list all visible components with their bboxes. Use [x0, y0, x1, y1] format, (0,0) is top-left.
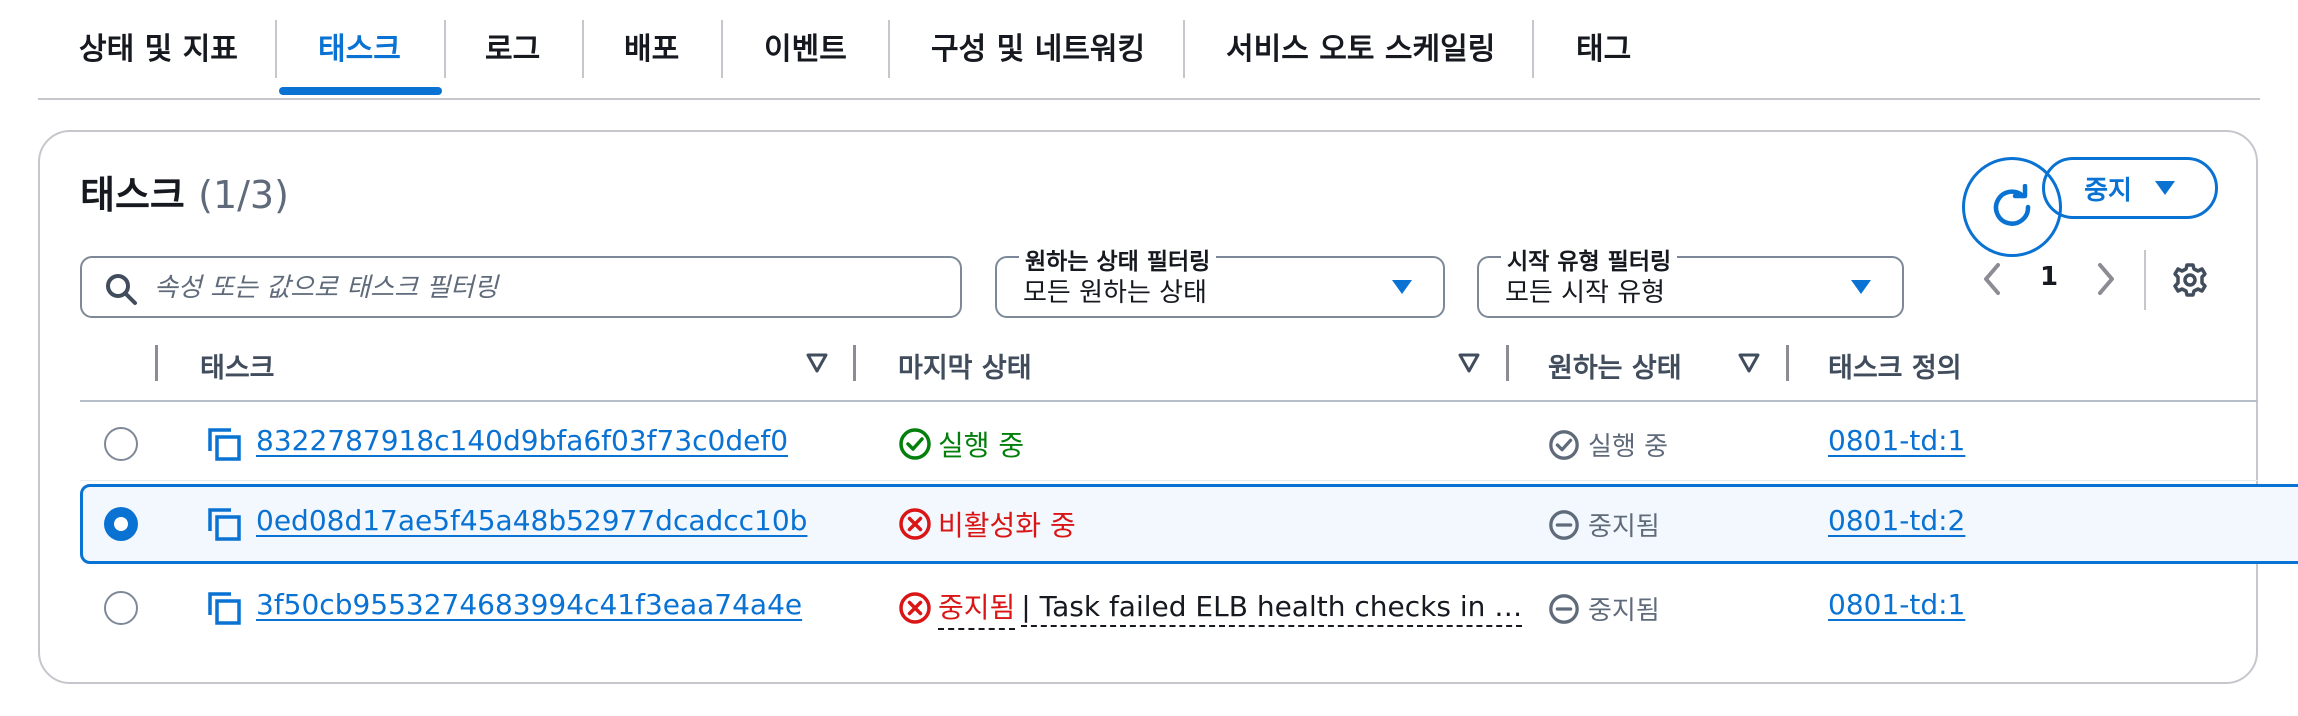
tab-service-auto-scaling[interactable]: 서비스 오토 스케일링: [1226, 20, 1495, 80]
desired-status-filter-label: 원하는 상태 필터링: [1019, 242, 1217, 276]
tab-divider: [444, 20, 446, 78]
tab-health-metrics[interactable]: 상태 및 지표: [79, 20, 238, 80]
tab-divider: [582, 20, 584, 78]
tab-divider: [1532, 20, 1534, 78]
row-divider: [80, 480, 2258, 481]
task-definition-link[interactable]: 0801-td:1: [1828, 588, 1965, 621]
last-status-text: 중지됨: [938, 586, 1016, 630]
active-tab-indicator: [279, 87, 442, 95]
panel-title-text: 태스크: [80, 173, 185, 217]
tab-divider: [275, 20, 277, 78]
desired-status-text: 실행 중: [1588, 432, 1669, 462]
chevron-right-icon[interactable]: [2094, 262, 2118, 296]
copy-icon[interactable]: [206, 590, 242, 626]
caret-down-icon: [1392, 280, 1412, 294]
error-circle-icon: [899, 592, 931, 624]
tab-divider: [721, 20, 723, 78]
row-select-radio[interactable]: [104, 507, 138, 541]
sort-down-icon[interactable]: [1458, 352, 1480, 374]
task-search-field: [80, 256, 962, 318]
desired-status-text: 중지됨: [1588, 512, 1660, 542]
desired-status-text: 중지됨: [1588, 596, 1660, 626]
refresh-icon: [1993, 184, 2031, 226]
column-header-task-definition[interactable]: 태스크 정의: [1828, 346, 1962, 385]
task-definition-link[interactable]: 0801-td:2: [1828, 504, 1965, 537]
tab-logs[interactable]: 로그: [485, 20, 540, 80]
last-status[interactable]: 중지됨 | Task failed ELB health checks in …: [898, 586, 1523, 630]
last-status: 실행 중: [898, 424, 1024, 464]
panel-title: 태스크 (1/3): [80, 164, 289, 219]
caret-down-icon: [2154, 181, 2175, 195]
last-status-text: 실행 중: [938, 429, 1025, 462]
caret-down-icon: [1851, 280, 1871, 294]
desired-status: 중지됨: [1548, 590, 1660, 627]
task-id-link[interactable]: 8322787918c140d9bfa6f03f73c0def0: [256, 424, 788, 457]
tab-tasks[interactable]: 태스크: [318, 20, 401, 80]
tab-divider: [888, 20, 890, 78]
stop-button-label: 중지: [2084, 175, 2132, 206]
search-icon: [106, 274, 137, 305]
tab-divider: [1183, 20, 1185, 78]
gear-icon[interactable]: [2172, 262, 2208, 298]
task-id-link[interactable]: 3f50cb9553274683994c41f3eaa74a4e: [256, 588, 802, 621]
column-divider[interactable]: [853, 345, 856, 381]
last-status-text: 비활성화 중: [938, 509, 1076, 542]
launch-type-filter[interactable]: 시작 유형 필터링 모든 시작 유형: [1477, 242, 1904, 318]
column-header-last-status[interactable]: 마지막 상태: [898, 346, 1032, 385]
task-id-link[interactable]: 0ed08d17ae5f45a48b52977dcadcc10b: [256, 504, 807, 537]
error-circle-icon: [899, 508, 931, 540]
column-divider: [155, 345, 158, 381]
search-input[interactable]: [152, 266, 946, 310]
tab-events[interactable]: 이벤트: [764, 20, 847, 80]
last-status: 비활성화 중: [898, 504, 1076, 544]
pagination-divider: [2144, 250, 2146, 310]
launch-type-filter-value: 모든 시작 유형: [1505, 278, 1666, 308]
copy-icon[interactable]: [206, 506, 242, 542]
task-definition-link[interactable]: 0801-td:1: [1828, 424, 1965, 457]
row-select-radio[interactable]: [104, 427, 138, 461]
tab-configuration-networking[interactable]: 구성 및 네트워킹: [931, 20, 1145, 80]
desired-status-filter-value: 모든 원하는 상태: [1023, 278, 1207, 308]
copy-icon[interactable]: [206, 426, 242, 462]
tab-deployments[interactable]: 배포: [624, 20, 679, 80]
current-page-number[interactable]: 1: [2040, 262, 2058, 292]
column-divider[interactable]: [1506, 345, 1509, 381]
sort-down-icon[interactable]: [806, 352, 828, 374]
chevron-left-icon[interactable]: [1980, 262, 2004, 296]
launch-type-filter-label: 시작 유형 필터링: [1501, 242, 1678, 276]
task-count: (1/3): [198, 173, 289, 217]
tab-tags[interactable]: 태그: [1576, 20, 1631, 80]
stopped-reason-text: | Task failed ELB health checks in …: [1021, 590, 1523, 627]
column-divider[interactable]: [1786, 345, 1789, 381]
table-header-border: [80, 400, 2258, 402]
check-circle-icon: [899, 428, 931, 460]
desired-status: 실행 중: [1548, 426, 1668, 463]
row-select-radio[interactable]: [104, 591, 138, 625]
desired-status-filter[interactable]: 원하는 상태 필터링 모든 원하는 상태: [995, 242, 1445, 318]
check-circle-icon: [1549, 429, 1579, 460]
column-header-desired-status[interactable]: 원하는 상태: [1548, 346, 1682, 385]
stop-dropdown-button[interactable]: 중지: [2042, 157, 2218, 219]
desired-status: 중지됨: [1548, 506, 1660, 543]
column-header-task[interactable]: 태스크: [200, 346, 275, 385]
sort-down-icon[interactable]: [1738, 352, 1760, 374]
stopped-circle-icon: [1549, 593, 1579, 624]
stopped-circle-icon: [1549, 509, 1579, 540]
